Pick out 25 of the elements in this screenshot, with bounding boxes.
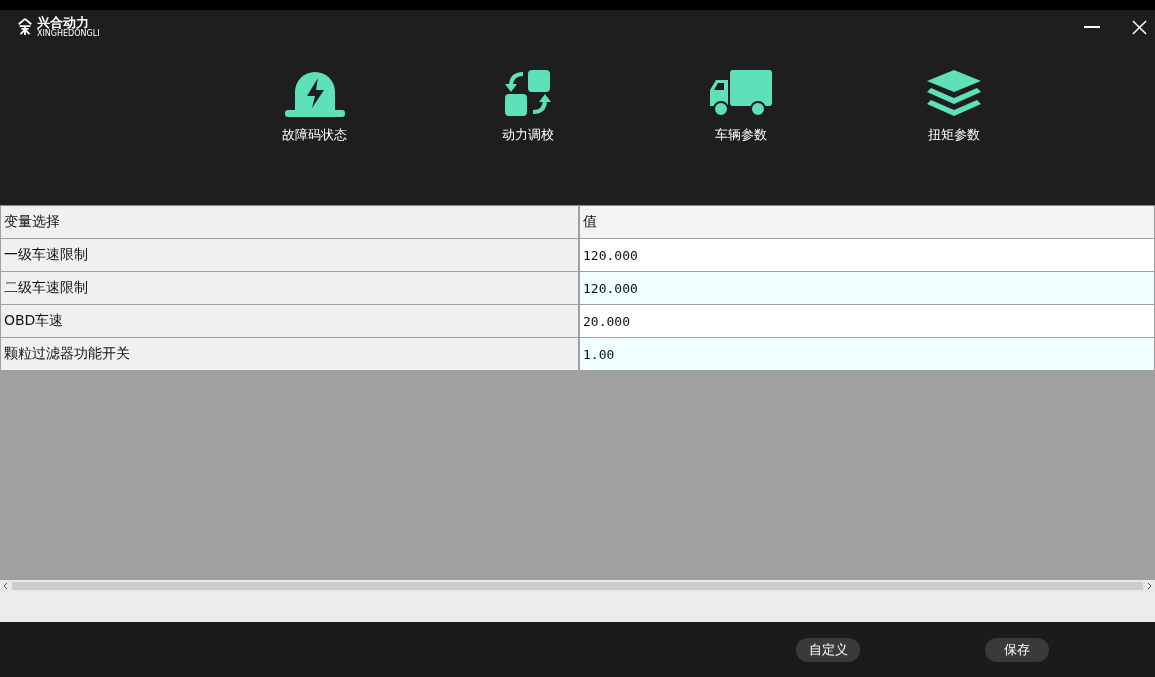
- nav-button[interactable]: 动力调校: [421, 68, 634, 144]
- nav-button[interactable]: 故障码状态: [208, 68, 421, 144]
- column-header: 变量选择: [0, 206, 579, 239]
- logo-icon: [16, 18, 34, 36]
- custom-button[interactable]: 自定义: [796, 637, 860, 662]
- brand-name: 兴合动力: [37, 16, 90, 29]
- close-icon[interactable]: [1132, 19, 1147, 35]
- table-cell: 一级车速限制: [0, 239, 579, 272]
- column-header: 值: [579, 206, 1155, 239]
- horizontal-scrollbar[interactable]: [0, 580, 1155, 592]
- table-cell[interactable]: 20.000: [579, 305, 1155, 338]
- table-cell[interactable]: 1.00: [579, 338, 1155, 371]
- table-cell: 二级车速限制: [0, 272, 579, 305]
- table-cell[interactable]: 120.000: [579, 239, 1155, 272]
- table-cell[interactable]: 120.000: [579, 272, 1155, 305]
- scroll-right-icon[interactable]: [1147, 583, 1151, 589]
- truck-icon: [707, 68, 774, 118]
- swap-squares-icon: [502, 68, 553, 118]
- save-button[interactable]: 保存: [985, 637, 1049, 662]
- table-cell: OBD车速: [0, 305, 579, 338]
- nav-button[interactable]: 车辆参数: [634, 68, 847, 144]
- nav-button[interactable]: 扭矩参数: [847, 68, 1060, 144]
- table-cell: 颗粒过滤器功能开关: [0, 338, 579, 371]
- brand-subtitle: XINGHEDONGLI: [37, 30, 100, 38]
- scroll-left-icon[interactable]: [4, 583, 8, 589]
